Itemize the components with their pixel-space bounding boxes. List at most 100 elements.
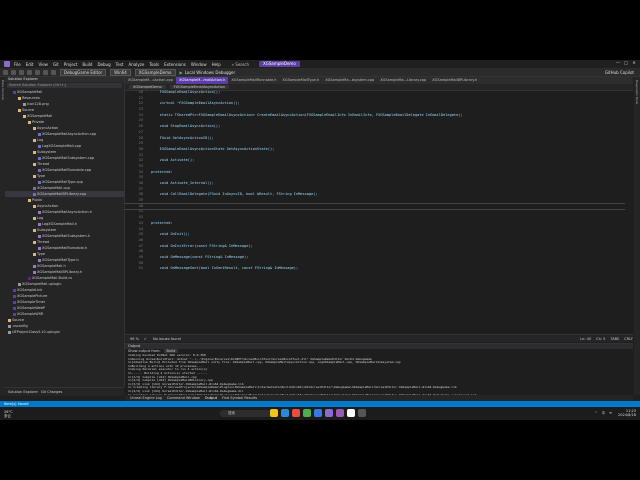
weather-widget[interactable]: 26°C 多云	[4, 410, 13, 418]
code-text: void Activate_Internal();	[151, 181, 214, 185]
tree-item-label: LogXGSampleMail.h	[42, 222, 77, 226]
taskbar-app-icon[interactable]	[281, 409, 289, 417]
file-icon	[38, 156, 41, 160]
tree-item-label: XGSampleTimer	[17, 300, 46, 304]
menu-build[interactable]: Build	[82, 62, 92, 67]
line-ending[interactable]: CRLF	[624, 337, 633, 341]
editor-tab[interactable]: XGSampleMailRunnable.h	[228, 77, 279, 84]
editor-tab[interactable]: XGSampleMa...Library.cpp	[377, 77, 429, 84]
code-area[interactable]: 20 FXGSampleEmailAsyncAction(); 21 22 virt…	[125, 90, 625, 335]
title-bar: File Edit View Git Project Build Debug Test Anal…	[0, 60, 640, 68]
project-icon	[13, 300, 16, 304]
menu-file[interactable]: File	[14, 62, 21, 67]
file-icon	[8, 324, 11, 328]
tree-item-label: XGSampleWebP	[17, 306, 45, 310]
issues-indicator[interactable]: ✔ No issues found	[144, 337, 181, 341]
file-icon	[33, 192, 36, 196]
menu-window[interactable]: Window	[191, 62, 207, 67]
save-icon[interactable]	[27, 69, 32, 75]
taskbar-search[interactable]: 搜索	[220, 410, 274, 417]
scope-nav-dropdown[interactable]: FXGSampleEmailAsyncAction	[169, 85, 229, 89]
taskbar-app-icon[interactable]	[270, 409, 278, 417]
taskbar-app-icon[interactable]	[336, 409, 344, 417]
editor-tab[interactable]: XGSampleMa...bsystem.cpp	[322, 77, 377, 84]
copilot-button[interactable]: GitHub Copilot	[605, 70, 634, 75]
editor-tab[interactable]: XGSampleMailBPLibrary.h	[429, 77, 480, 84]
menu-edit[interactable]: Edit	[26, 62, 34, 67]
chevron-up-icon[interactable]: ^	[595, 411, 598, 416]
toolbar: DebugGame Editor Win64 XGSampleDemo ▶ Lo…	[0, 68, 640, 77]
back-icon[interactable]	[3, 69, 8, 75]
input-language[interactable]: 中	[602, 411, 606, 416]
folder-icon	[28, 198, 31, 202]
menu-debug[interactable]: Debug	[97, 62, 110, 67]
redo-icon[interactable]	[51, 69, 56, 75]
new-file-icon[interactable]	[19, 69, 24, 75]
bottom-tab[interactable]: Unreal Engine Log	[130, 396, 162, 400]
output-source-select[interactable]: Build	[163, 349, 179, 353]
undo-icon[interactable]	[43, 69, 48, 75]
play-icon[interactable]: ▶	[180, 70, 183, 75]
tree-item-label: AsyncAction	[37, 204, 59, 208]
column-number: Ch: 5	[596, 336, 606, 341]
code-text: EXGSampleEmailAsyncActionState GetAsyncA…	[151, 146, 275, 151]
code-line: 51 void OnMessageSent(bool InSentResult,…	[125, 266, 625, 272]
bottom-tab[interactable]: Output	[205, 396, 217, 400]
clock[interactable]: 11:23 2024/8/18	[618, 409, 636, 417]
tree-item-label: XGSampleMailRunnable.cpp	[42, 168, 92, 172]
menu-analyze[interactable]: Analyze	[129, 62, 145, 67]
editor-tab[interactable]: XGSampleMailType.h	[279, 77, 322, 84]
taskbar-app-icon[interactable]	[325, 409, 333, 417]
menu-help[interactable]: Help	[212, 62, 221, 67]
taskbar-app-icon[interactable]	[292, 409, 300, 417]
menu-extensions[interactable]: Extensions	[164, 62, 186, 67]
search-box[interactable]: ⌕ Search	[232, 62, 249, 67]
platform-select[interactable]: Win64	[110, 68, 131, 76]
zoom-level[interactable]: 96 %	[130, 337, 139, 341]
wifi-icon[interactable]: ≋	[609, 411, 612, 416]
tree-item-label: XGSampleMailAsyncAction.cpp	[42, 132, 97, 136]
bottom-tab[interactable]: Find Symbol Results	[222, 396, 257, 400]
tree-item-label: XGSampleMailBPLibrary.cpp	[37, 192, 87, 196]
taskbar-app-icon[interactable]	[314, 409, 322, 417]
taskbar-app-icon[interactable]	[358, 409, 366, 417]
editor-tab[interactable]: XGSampleM...mailAction.h	[175, 77, 229, 84]
project-icon	[13, 90, 16, 94]
solution-search-input[interactable]: Search Solution Explorer (Ctrl+;)	[7, 83, 122, 88]
file-icon	[38, 210, 41, 214]
taskbar-app-icon[interactable]	[303, 409, 311, 417]
file-icon	[38, 222, 41, 226]
maximize-button[interactable]: □	[622, 60, 630, 65]
project-nav-dropdown[interactable]: XGSampleDemo	[129, 85, 166, 89]
system-tray: ^ 中 ≋	[591, 411, 612, 416]
file-icon	[33, 186, 36, 190]
taskbar-app-icon[interactable]	[347, 409, 355, 417]
menu-tools[interactable]: Tools	[149, 62, 159, 67]
editor-tab[interactable]: XGSampleM...cAction.cpp	[125, 77, 176, 84]
indent-mode[interactable]: TABS	[610, 337, 619, 341]
save-all-icon[interactable]	[35, 69, 40, 75]
bottom-tab[interactable]: Command Window	[167, 396, 200, 400]
close-button[interactable]: ✕	[630, 60, 638, 65]
menu-test[interactable]: Test	[116, 62, 124, 67]
code-editor: XGSampleM...cAction.cpp XGSampleM...mailA…	[125, 77, 633, 342]
tree-item-label: Source	[22, 108, 35, 112]
tab-git-changes[interactable]: Git Changes	[41, 390, 62, 394]
code-text: void Activate();	[151, 158, 195, 163]
tree-item-label: XGSampleMailType.h	[42, 258, 79, 262]
forward-icon[interactable]	[11, 69, 16, 75]
minimize-button[interactable]: —	[614, 60, 622, 65]
diagnostic-tools-tab[interactable]: Diagnostic Tools	[635, 80, 639, 104]
startup-project-select[interactable]: XGSampleDemo	[134, 68, 176, 76]
tab-solution-explorer[interactable]: Solution Explorer	[8, 390, 38, 394]
configuration-select[interactable]: DebugGame Editor	[60, 68, 107, 76]
start-debugger-button[interactable]: Local Windows Debugger	[185, 70, 236, 75]
tree-item-label: XGSampleMail.cpp	[37, 186, 70, 190]
folder-icon	[33, 216, 36, 220]
menu-view[interactable]: View	[38, 62, 48, 67]
file-icon	[38, 246, 41, 250]
menu-project[interactable]: Project	[64, 62, 78, 67]
file-icon	[23, 102, 26, 106]
menu-git[interactable]: Git	[53, 62, 59, 67]
tree-item[interactable]: UEProjectClass5.10.uplugin	[5, 329, 124, 335]
